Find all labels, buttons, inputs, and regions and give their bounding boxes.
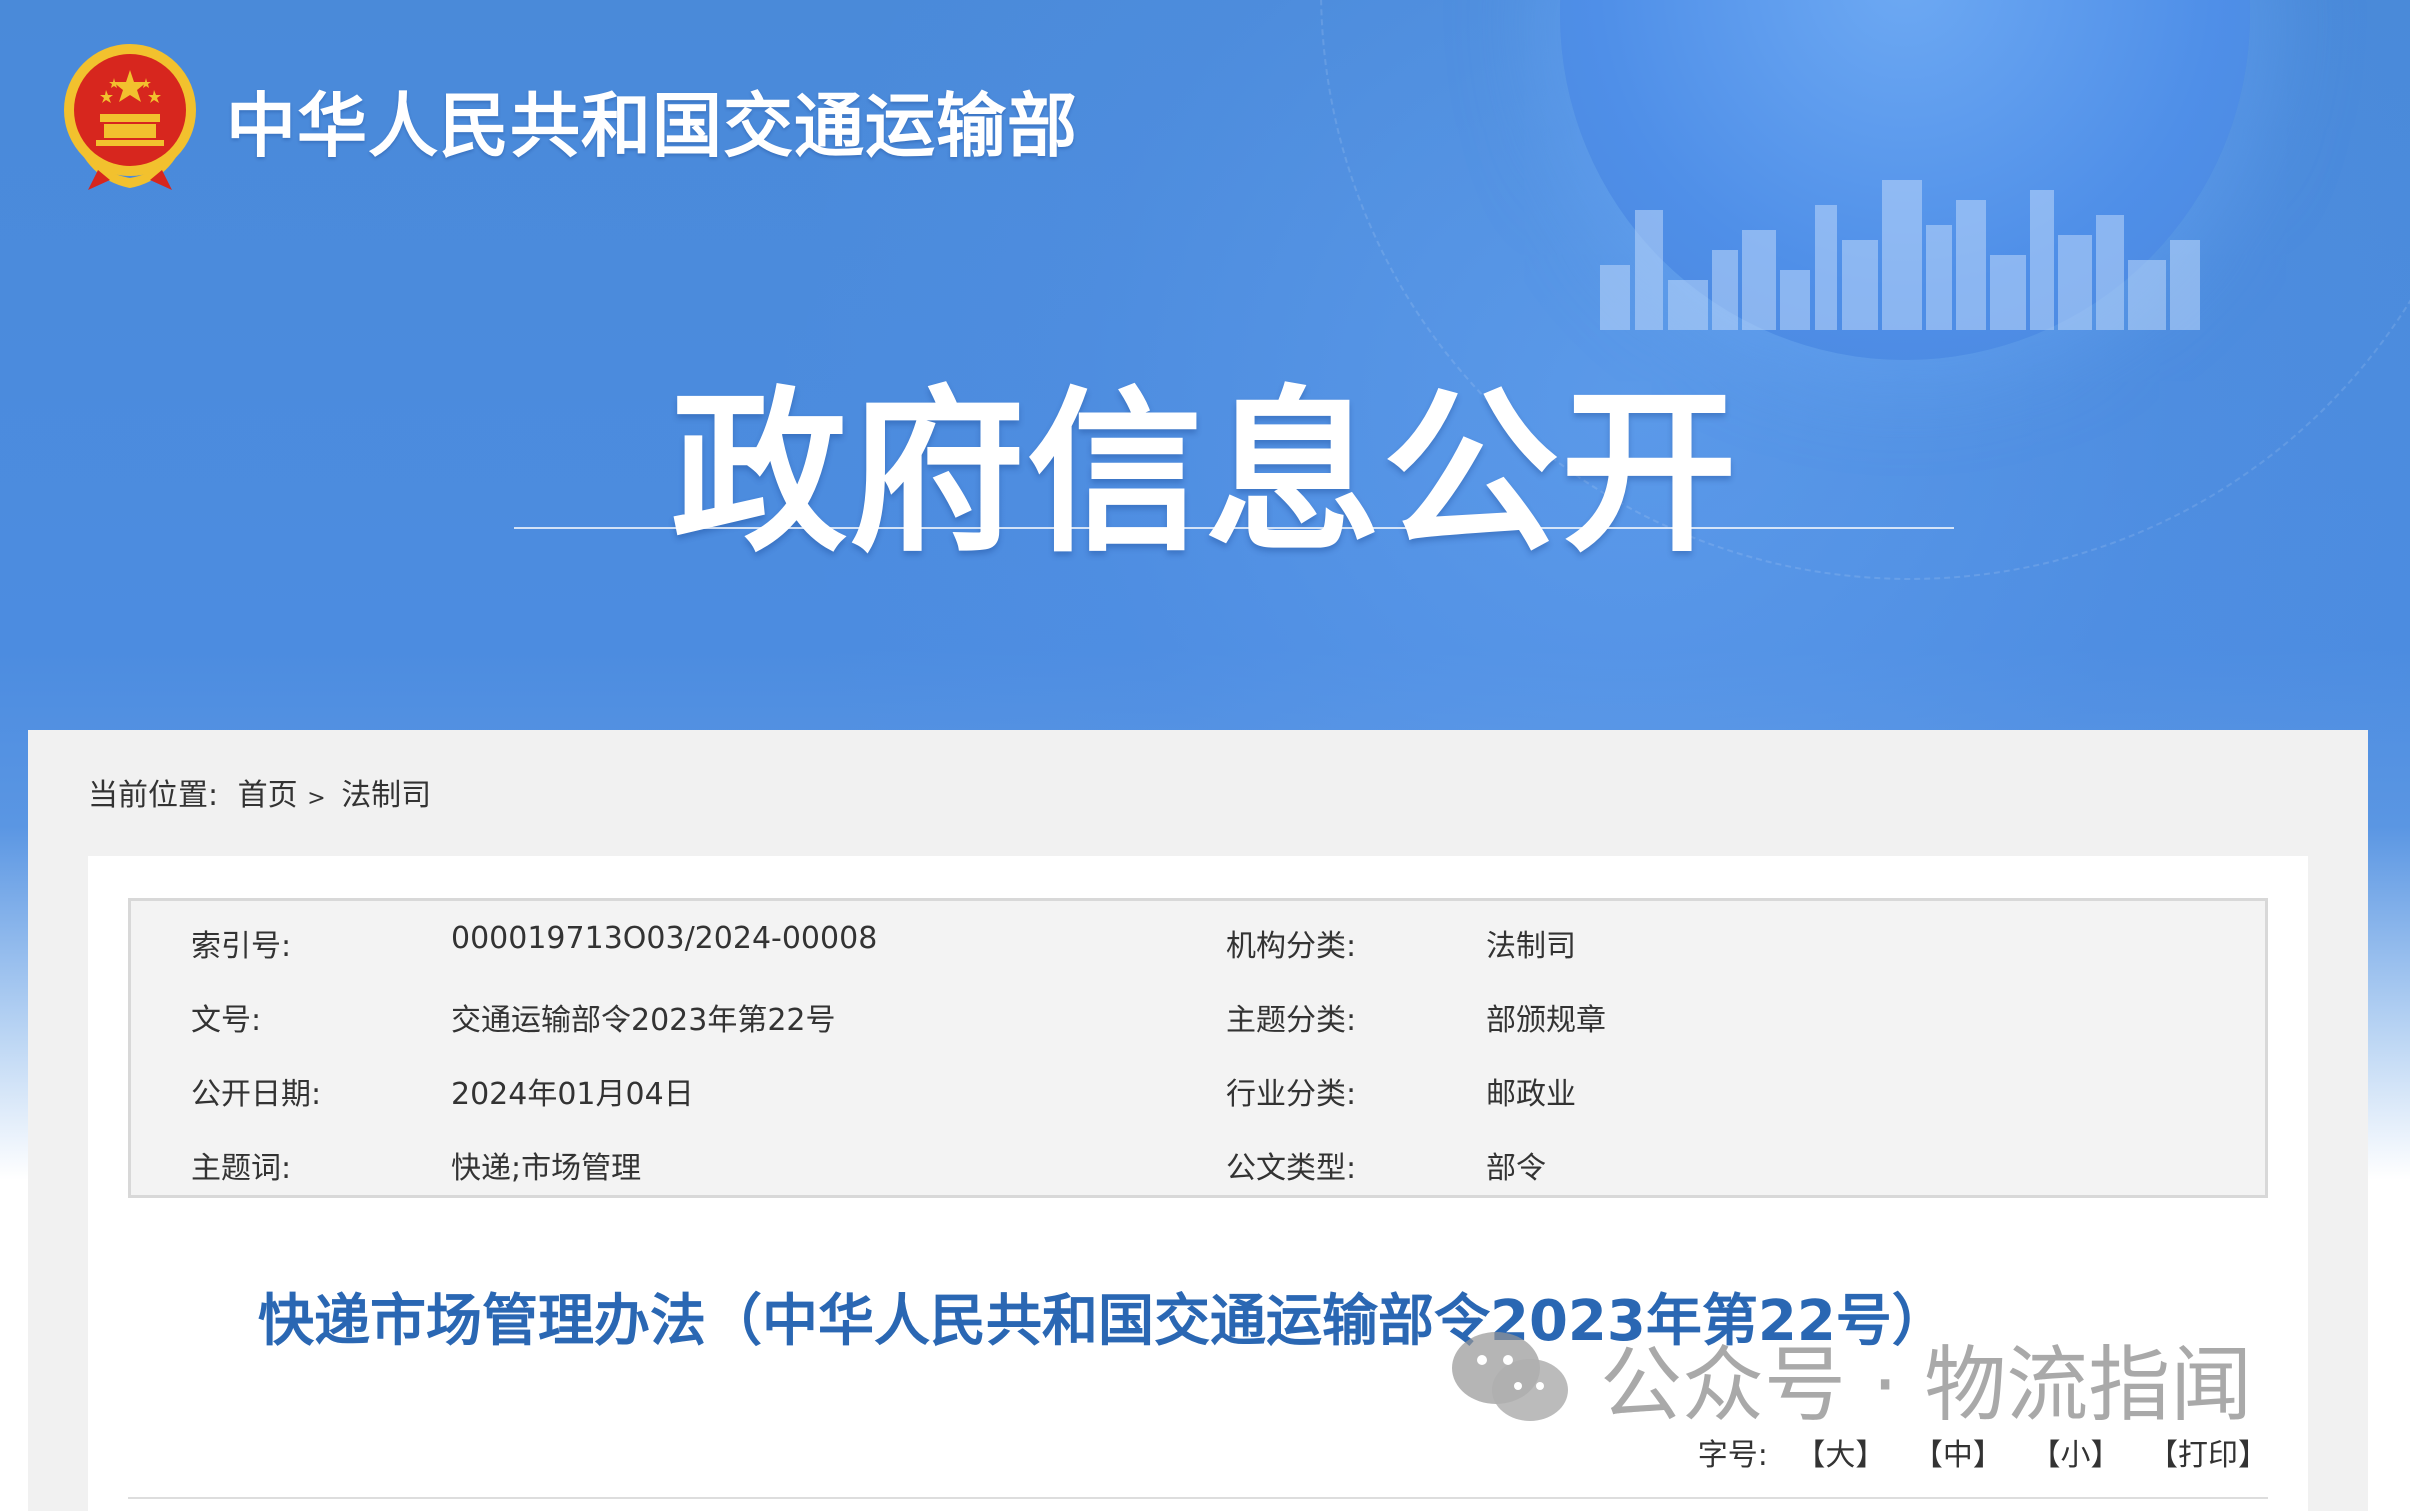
national-emblem-icon [64,44,196,190]
document-type-label: 公文类型: [1226,1151,1357,1186]
breadcrumb: 当前位置: 首页 > 法制司 [88,770,431,814]
title-underline [514,527,1954,529]
breadcrumb-home-link[interactable]: 首页 [238,778,298,813]
print-button[interactable]: 【打印】 [2148,1438,2268,1473]
breadcrumb-department-link[interactable]: 法制司 [341,778,431,813]
publish-date-label: 公开日期: [191,1077,322,1112]
topic-category-label: 主题分类: [1226,1003,1357,1038]
document-number-value: 交通运输部令2023年第22号 [451,1003,836,1038]
metadata-row: 公开日期: 2024年01月04日 行业分类: 邮政业 [131,1049,2265,1123]
wechat-icon [1452,1331,1568,1421]
industry-category-value: 邮政业 [1486,1077,1576,1112]
breadcrumb-label: 当前位置: [88,778,219,813]
index-number-label: 索引号: [191,929,292,964]
font-medium-button[interactable]: 【中】 [1913,1438,2003,1473]
publish-date-value: 2024年01月04日 [451,1077,694,1112]
ministry-name: 中华人民共和国交通运输部 [226,85,1078,167]
organization-value: 法制司 [1486,929,1576,964]
font-large-button[interactable]: 【大】 [1795,1438,1885,1473]
metadata-table: 索引号: 000019713O03/2024-00008 机构分类: 法制司 文… [128,898,2268,1198]
keywords-label: 主题词: [191,1151,292,1186]
organization-label: 机构分类: [1226,929,1357,964]
breadcrumb-separator: > [307,786,326,811]
metadata-row: 索引号: 000019713O03/2024-00008 机构分类: 法制司 [131,901,2265,975]
topic-category-value: 部颁规章 [1486,1003,1606,1038]
metadata-row: 主题词: 快递;市场管理 公文类型: 部令 [131,1123,2265,1197]
industry-category-label: 行业分类: [1226,1077,1357,1112]
metadata-row: 文号: 交通运输部令2023年第22号 主题分类: 部颁规章 [131,975,2265,1049]
watermark: 公众号 · 物流指闻 [1450,1318,2252,1437]
font-size-label: 字号: [1697,1438,1768,1473]
divider [128,1497,2268,1499]
keywords-value: 快递;市场管理 [451,1151,642,1186]
document-type-value: 部令 [1486,1151,1546,1186]
index-number-value: 000019713O03/2024-00008 [451,921,878,956]
watermark-text: 公众号 · 物流指闻 [1600,1338,2253,1433]
section-title: 政府信息公开 [670,371,1739,576]
document-number-label: 文号: [191,1003,262,1038]
font-small-button[interactable]: 【小】 [2030,1438,2120,1473]
city-skyline-icon [1600,180,2200,330]
